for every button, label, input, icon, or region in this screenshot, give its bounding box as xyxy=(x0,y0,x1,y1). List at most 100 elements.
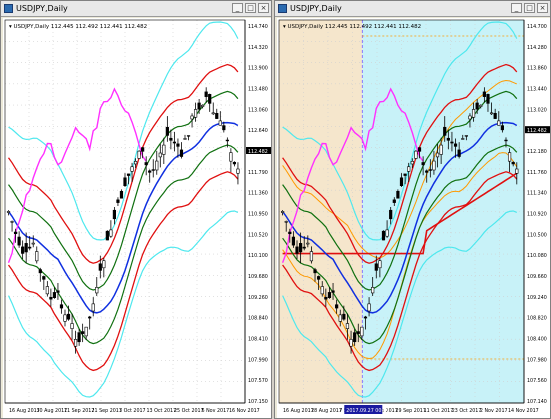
candle-body xyxy=(353,332,357,343)
candle-body xyxy=(151,169,155,171)
candle-body xyxy=(345,323,350,329)
candle-body xyxy=(236,168,240,174)
candle-body xyxy=(165,126,169,136)
candle-body xyxy=(453,143,458,147)
left-price-chart[interactable]: 114.740 114.320 113.900 113.480 113.060 112.6… xyxy=(3,18,271,418)
candle-body xyxy=(281,211,285,213)
highlight-date-label: 2017.09.27 00:00 xyxy=(346,408,389,414)
candle-body xyxy=(428,169,432,171)
candle-body xyxy=(435,152,440,158)
candle-body xyxy=(417,147,422,152)
candle-body xyxy=(471,109,476,118)
candle-body xyxy=(204,91,208,97)
candle-body xyxy=(102,260,106,269)
candle-body xyxy=(389,209,393,220)
left-chart-window[interactable]: USDJPY,Daily _ □ × 114.740 114.320 113.900… xyxy=(0,0,272,419)
date-tick-label: 14 Nov 2017 xyxy=(508,408,539,414)
candle-body xyxy=(155,160,159,171)
right-price-chart[interactable]: 114.700 114.280 113.860 113.440 113.020 112.4… xyxy=(277,18,550,418)
minimize-button[interactable]: _ xyxy=(232,3,243,13)
candle-body xyxy=(38,269,42,274)
candle-body xyxy=(374,263,378,271)
right-chart-window[interactable]: USDJPY,Daily _ □ × 114.700 114.280 113.860… xyxy=(274,0,551,419)
candle-body xyxy=(81,331,85,334)
price-tick-label: 113.440 xyxy=(527,87,547,93)
candle-body xyxy=(363,316,368,319)
price-tick-label: 107.980 xyxy=(527,357,547,363)
candle-body xyxy=(133,161,138,165)
maximize-button[interactable]: □ xyxy=(524,3,535,13)
candle-body xyxy=(461,138,465,140)
price-tick-label: 110.500 xyxy=(527,232,547,238)
candle-body xyxy=(91,303,95,312)
left-titlebar[interactable]: USDJPY,Daily _ □ × xyxy=(1,1,271,17)
candle-body xyxy=(493,113,497,119)
date-tick-label: 13 Oct 2017 xyxy=(147,408,177,414)
price-tick-label: 114.280 xyxy=(527,45,547,51)
candle-body xyxy=(486,94,490,104)
price-tick-label: 114.320 xyxy=(248,45,268,51)
date-tick-label: 21 Sep 2017 xyxy=(92,408,122,414)
candle-body xyxy=(464,135,468,137)
candle-body xyxy=(208,94,212,104)
candle-body xyxy=(291,236,296,246)
price-tick-label: 114.700 xyxy=(527,24,547,30)
candle-body xyxy=(381,230,386,241)
right-window-title: USDJPY,Daily xyxy=(290,4,342,13)
candle-body xyxy=(306,242,310,245)
candle-body xyxy=(327,292,332,299)
candle-body xyxy=(385,229,389,237)
candle-body xyxy=(176,143,180,147)
candle-body xyxy=(148,170,152,173)
price-tick-label: 112.640 xyxy=(248,128,268,134)
minimize-button[interactable]: _ xyxy=(511,3,522,13)
candle-body xyxy=(24,243,28,253)
right-titlebar[interactable]: USDJPY,Daily _ □ × xyxy=(275,1,550,17)
maximize-button[interactable]: □ xyxy=(245,3,256,13)
candle-body xyxy=(215,113,219,119)
price-tick-label: 112.180 xyxy=(527,149,547,155)
candle-body xyxy=(13,231,18,235)
candle-body xyxy=(497,120,501,126)
price-tick-label: 109.260 xyxy=(248,295,268,301)
date-tick-label: 6 Nov 2017 xyxy=(202,408,230,414)
chart-app-icon xyxy=(278,4,287,13)
candle-body xyxy=(439,144,443,155)
candle-body xyxy=(414,150,418,159)
candle-body xyxy=(28,246,32,249)
candle-body xyxy=(84,326,88,337)
candle-body xyxy=(360,326,364,337)
candle-body xyxy=(288,231,292,235)
candle-body xyxy=(392,199,396,203)
candle-body xyxy=(515,168,519,174)
candle-body xyxy=(144,162,148,166)
candle-body xyxy=(35,251,39,262)
close-button[interactable]: × xyxy=(258,3,269,13)
price-tick-label: 107.570 xyxy=(248,378,268,384)
candle-body xyxy=(489,112,494,115)
candle-body xyxy=(443,126,447,136)
candle-body xyxy=(186,135,191,137)
candle-body xyxy=(73,339,78,347)
price-tick-label: 113.860 xyxy=(527,66,547,72)
close-button[interactable]: × xyxy=(537,3,548,13)
candle-body xyxy=(31,242,35,245)
left-ohlc-readout: ▾ USDJPY,Daily 112.445 112.492 112.441 1… xyxy=(9,24,148,30)
candle-body xyxy=(183,138,187,140)
date-tick-label: 25 Oct 2017 xyxy=(174,408,204,414)
candle-body xyxy=(63,314,67,322)
candle-body xyxy=(446,137,450,141)
candle-body xyxy=(77,332,81,343)
candle-body xyxy=(396,190,400,199)
price-tick-label: 113.020 xyxy=(527,107,547,113)
candle-body xyxy=(511,161,515,165)
candle-body xyxy=(317,276,321,280)
candle-body xyxy=(342,313,346,320)
candle-body xyxy=(309,251,314,262)
candle-body xyxy=(232,161,237,165)
candle-body xyxy=(378,260,382,269)
candle-body xyxy=(10,221,14,223)
candle-body xyxy=(504,139,508,142)
candle-body xyxy=(507,152,512,162)
price-tick-label: 110.080 xyxy=(527,253,547,259)
